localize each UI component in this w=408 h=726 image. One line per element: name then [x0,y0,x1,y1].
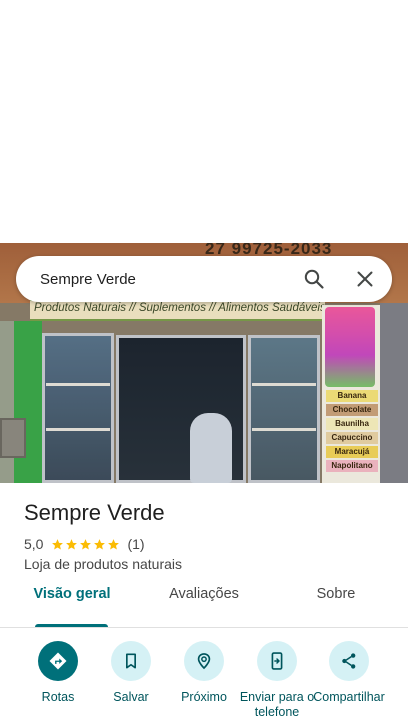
place-category: Loja de produtos naturais [24,556,182,572]
review-count: (1) [127,536,145,552]
nearby-circle[interactable] [184,641,224,681]
star-icon [80,538,92,549]
tab-reviews[interactable]: Avaliações [152,586,256,626]
directions-icon [49,652,67,670]
directions-circle[interactable] [38,641,78,681]
star-icon [108,538,120,549]
rating-value: 5,0 [24,536,44,552]
nearby-icon [197,653,211,670]
star-icon [52,538,64,549]
nearby-button[interactable]: Próximo [167,641,241,726]
tab-about[interactable]: Sobre [296,586,376,626]
send-to-phone-icon [271,652,283,670]
bookmark-icon [126,653,136,669]
search-input[interactable] [40,256,290,302]
share-label: Compartilhar [313,690,385,704]
map-area[interactable] [0,0,408,243]
share-icon [342,653,356,669]
save-button[interactable]: Salvar [94,641,168,726]
tab-overview[interactable]: Visão geral [22,586,122,626]
tab-active-indicator [35,624,108,627]
share-button[interactable]: Compartilhar [312,641,386,726]
star-icon [66,538,78,549]
place-title: Sempre Verde [24,500,165,525]
search-icon[interactable] [302,267,326,291]
place-tabs: Visão geral Avaliações Sobre [0,586,408,628]
close-icon[interactable] [353,267,377,291]
send-to-phone-button[interactable]: Enviar para o telefone [240,641,314,726]
star-icon [94,538,106,549]
search-bar[interactable] [16,256,392,302]
rating-stars [51,538,121,551]
share-circle[interactable] [329,641,369,681]
rating-row[interactable]: 5,0 (1) [24,535,145,553]
send-to-phone-circle[interactable] [257,641,297,681]
save-circle[interactable] [111,641,151,681]
directions-button[interactable]: Rotas [21,641,95,726]
